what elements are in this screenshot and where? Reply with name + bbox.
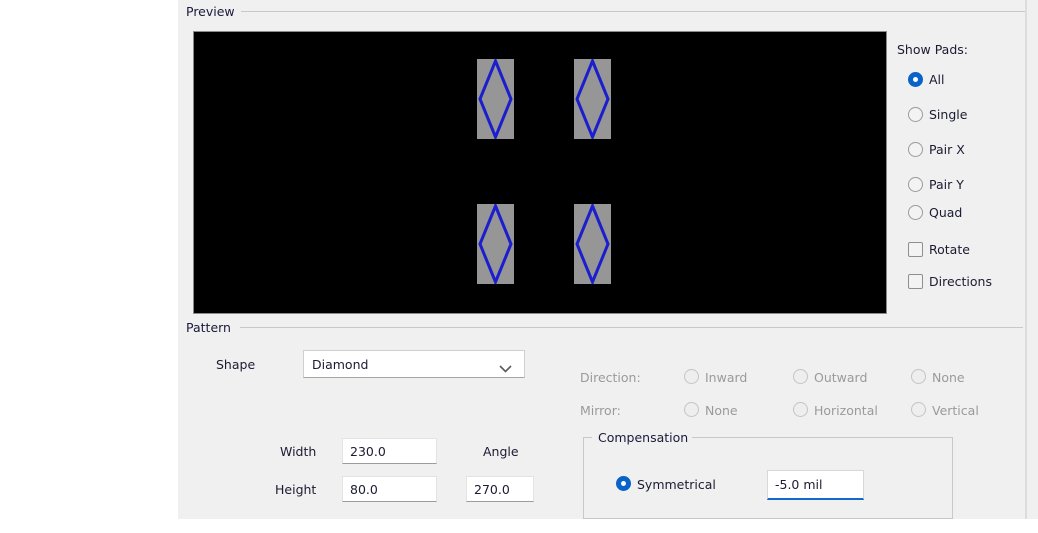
radio-show-pads-single[interactable] [908,107,923,122]
compensation-group-line-left [583,437,592,438]
shape-label: Shape [216,357,256,372]
preview-group-title: Preview [182,4,239,19]
radio-show-pads-pair-y[interactable] [908,177,923,192]
mirror-label: Mirror: [580,403,621,418]
height-label: Height [275,482,317,497]
width-input[interactable]: 230.0 [342,438,437,464]
compensation-value-input[interactable]: -5.0 mil [767,470,864,500]
right-gutter [1027,0,1038,519]
checkbox-label-rotate[interactable]: Rotate [929,242,970,257]
compensation-group-line-right [692,437,953,438]
radio-label-single[interactable]: Single [929,107,967,122]
checkbox-label-directions[interactable]: Directions [929,274,992,289]
angle-label: Angle [483,444,519,459]
radio-label-symmetrical[interactable]: Symmetrical [637,477,716,492]
pad-shape [574,59,611,139]
radio-label-pair-y[interactable]: Pair Y [929,177,964,192]
shape-dropdown-value: Diamond [312,356,369,372]
width-label: Width [280,444,317,459]
radio-label-all[interactable]: All [929,72,945,87]
angle-input[interactable]: 270.0 [466,476,534,502]
direction-label: Direction: [580,370,641,385]
radio-direction-none [911,369,926,384]
height-input[interactable]: 80.0 [342,476,437,502]
pad-shape [477,204,514,284]
dialog-root: Preview Show Pads: All Single Pair X Pai… [0,0,1038,533]
radio-show-pads-quad[interactable] [908,205,923,220]
radio-compensation-symmetrical[interactable] [616,476,631,491]
radio-direction-inward [684,369,699,384]
show-pads-title: Show Pads: [897,42,968,57]
preview-group-line [241,11,1038,12]
radio-show-pads-all[interactable] [908,72,923,87]
pad-preview-canvas[interactable] [193,31,887,314]
radio-label-mirror-vertical: Vertical [932,403,979,418]
radio-label-direction-inward: Inward [705,370,748,385]
radio-mirror-horizontal [793,402,808,417]
pattern-group-line [240,327,1023,328]
radio-direction-outward [793,369,808,384]
radio-label-quad[interactable]: Quad [929,205,962,220]
radio-label-direction-none: None [932,370,965,385]
chevron-down-icon [499,361,512,376]
compensation-group-title: Compensation [594,430,693,445]
pad-shape [477,59,514,139]
pattern-group-title: Pattern [182,320,235,335]
radio-mirror-vertical [911,402,926,417]
pad-shape [574,204,611,284]
shape-dropdown[interactable]: Diamond [303,350,525,378]
checkbox-rotate[interactable] [908,242,923,257]
radio-label-mirror-horizontal: Horizontal [814,403,878,418]
radio-label-direction-outward: Outward [814,370,868,385]
radio-mirror-none [684,402,699,417]
radio-show-pads-pair-x[interactable] [908,142,923,157]
radio-label-mirror-none: None [705,403,738,418]
radio-label-pair-x[interactable]: Pair X [929,142,965,157]
checkbox-directions[interactable] [908,274,923,289]
